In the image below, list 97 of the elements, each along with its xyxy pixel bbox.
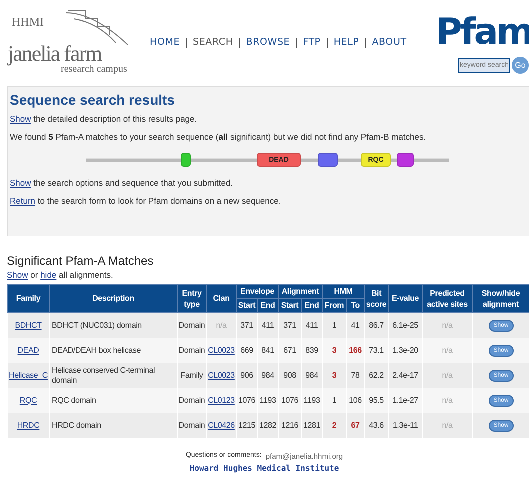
table-cell: 371 <box>236 312 258 338</box>
table-cell: 1.3e-20 <box>388 338 423 363</box>
domain-graphic[interactable] <box>396 153 414 167</box>
column-header: Envelope <box>236 284 278 298</box>
nav-link[interactable]: HOME <box>144 38 186 48</box>
table-cell: 411 <box>302 312 322 338</box>
table-cell: 984 <box>258 363 278 388</box>
table-cell: 2 <box>322 413 346 438</box>
nav-link[interactable]: HELP <box>326 38 366 48</box>
table-cell: 67 <box>346 413 365 438</box>
table-cell: 371 <box>278 312 302 338</box>
family-link[interactable]: RQC <box>20 396 38 405</box>
column-header: Description <box>50 284 178 312</box>
table-cell: 1.1e-27 <box>388 388 423 413</box>
table-cell: Domain <box>178 388 206 413</box>
domain-graphic[interactable] <box>318 153 338 167</box>
table-cell: 1216 <box>278 413 302 438</box>
table-cell: n/a <box>422 388 473 413</box>
column-header: Family <box>8 284 50 312</box>
column-header: Predicted active sites <box>422 284 473 312</box>
table-cell: Domain <box>178 338 206 363</box>
column-header: HMM <box>322 284 365 298</box>
table-cell: 1076 <box>236 388 258 413</box>
section-title: Significant Pfam-A Matches <box>7 254 155 268</box>
table-cell: 1 <box>322 312 346 338</box>
table-cell: 984 <box>302 363 322 388</box>
table-cell: 3 <box>322 363 346 388</box>
table-cell: 86.7 <box>364 312 389 338</box>
table-cell: 1193 <box>302 388 322 413</box>
table-cell: 166 <box>346 338 365 363</box>
table-cell: 41 <box>346 312 365 338</box>
table-cell: 43.6 <box>364 413 389 438</box>
table-cell: 671 <box>278 338 302 363</box>
text-link[interactable]: hide <box>40 270 57 280</box>
description-text: Show the search options and sequence that you submitted. <box>10 178 234 188</box>
table-cell: 6.1e-25 <box>388 312 423 338</box>
description-text: Show the detailed description of this results page. <box>10 114 198 124</box>
table-cell: 2.4e-17 <box>388 363 423 388</box>
table-cell: DEAD/DEAH box helicase <box>50 338 178 363</box>
staircase-icon <box>64 9 130 47</box>
table-cell: Domain <box>178 413 206 438</box>
table-cell: 73.1 <box>364 338 389 363</box>
table-cell: 669 <box>236 338 258 363</box>
toggle-text: Show or hide all alignments. <box>7 270 114 280</box>
nav-link[interactable]: ABOUT <box>365 38 413 48</box>
section-title: Sequence search results <box>10 92 176 108</box>
column-header: Bit score <box>364 284 389 312</box>
logo-subtitle: research campus <box>61 64 128 75</box>
text-link[interactable]: Return <box>10 196 36 206</box>
table-cell: BDHCT (NUC031) domain <box>50 312 178 338</box>
table-cell: 62.2 <box>364 363 389 388</box>
table-cell: 95.5 <box>364 388 389 413</box>
text-link[interactable]: Show <box>10 114 32 124</box>
description-text: Return to the search form to look for Pfam domains on a new sequence. <box>10 196 282 206</box>
text-link[interactable]: Show <box>10 178 32 188</box>
table-cell: 908 <box>278 363 302 388</box>
table-cell: 839 <box>302 338 322 363</box>
table-cell: 1 <box>322 388 346 413</box>
table-cell: 106 <box>346 388 365 413</box>
column-header: Show/hide alignment <box>472 284 529 312</box>
table-cell: 1193 <box>258 388 278 413</box>
table-cell: n/a <box>422 312 473 338</box>
column-header: E-value <box>388 284 423 312</box>
table-cell: Helicase conserved C-terminal domain <box>50 363 178 388</box>
table-cell: 1282 <box>258 413 278 438</box>
table-cell: n/a <box>206 312 236 338</box>
table-cell: 1215 <box>236 413 258 438</box>
table-cell: 78 <box>346 363 365 388</box>
text-link[interactable]: Show <box>7 270 28 280</box>
table-cell: n/a <box>422 363 473 388</box>
description-text: We found 5 Pfam-A matches to your search sequence (all significant) but we did not find any Pfam-B matches. <box>10 132 428 142</box>
table-cell: RQC domain <box>50 388 178 413</box>
table-cell: Family <box>178 363 206 388</box>
table-cell: 3 <box>322 338 346 363</box>
nav-link[interactable]: BROWSE <box>239 38 296 48</box>
table-cell: 411 <box>258 312 278 338</box>
column-header: Entry type <box>178 284 206 312</box>
table-cell: 841 <box>258 338 278 363</box>
domain-graphic[interactable] <box>180 153 192 167</box>
family-link[interactable]: HRDC <box>17 421 40 430</box>
institute-name: Howard Hughes Medical Institute <box>190 464 340 473</box>
table-cell: HRDC domain <box>50 413 178 438</box>
family-link[interactable]: DEAD <box>18 346 40 355</box>
logo-text: janelia farm <box>8 41 102 66</box>
table-cell: 1281 <box>302 413 322 438</box>
brand-logo: Pfam <box>436 12 529 52</box>
column-header: Clan <box>206 284 236 312</box>
table-cell: n/a <box>422 413 473 438</box>
nav-link[interactable]: SEARCH <box>186 38 240 48</box>
table-cell: 906 <box>236 363 258 388</box>
nav-link[interactable]: FTP <box>296 38 327 48</box>
logo-text: HHMI <box>12 15 44 30</box>
table-cell: Domain <box>178 312 206 338</box>
table-cell: n/a <box>422 338 473 363</box>
table-cell: 1076 <box>278 388 302 413</box>
column-header: Alignment <box>278 284 322 298</box>
table-cell: 1.3e-11 <box>388 413 423 438</box>
